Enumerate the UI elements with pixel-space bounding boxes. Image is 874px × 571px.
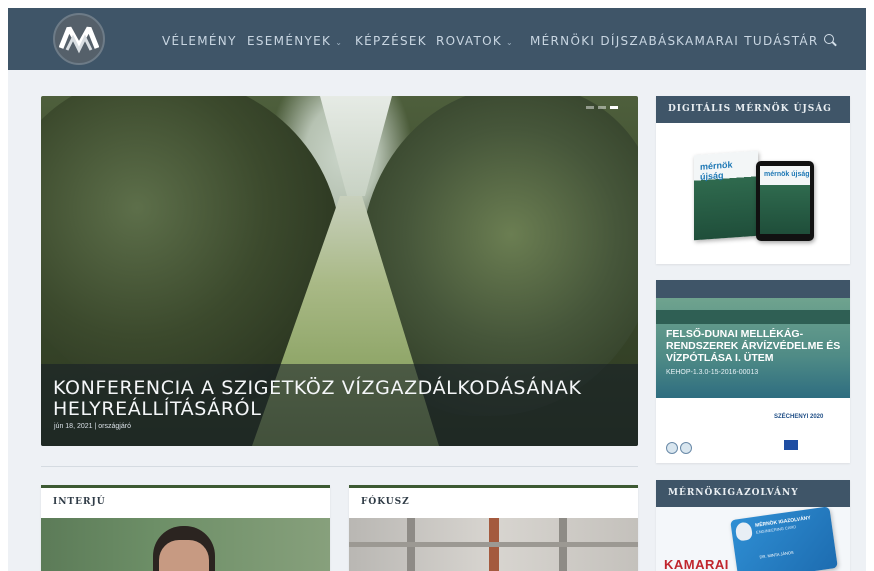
- magazine-logo: mérnök újság: [764, 171, 810, 178]
- mm-logo-icon: [59, 26, 99, 54]
- sidebar-ad-widget[interactable]: FELSŐ-DUNAI MELLÉKÁG-RENDSZEREK ÁRVÍZVÉD…: [656, 280, 850, 463]
- search-icon[interactable]: [824, 34, 834, 44]
- featured-slider[interactable]: KONFERENCIA A SZIGETKÖZ VÍZGAZDÁLKODÁSÁN…: [41, 96, 638, 446]
- ad-banner[interactable]: [656, 298, 850, 463]
- hero-meta: jún 18, 2021 | országjáró: [54, 423, 131, 430]
- nav-item-esemenyek[interactable]: ESEMÉNYEK ⌄: [247, 34, 343, 48]
- slider-dot-active[interactable]: [610, 106, 618, 109]
- slider-dot[interactable]: [586, 106, 594, 109]
- id-card-image[interactable]: KAMARAI MÉRNÖK IGAZOLVÁNY ENGINEERING CA…: [656, 506, 850, 571]
- hero-title[interactable]: KONFERENCIA A SZIGETKÖZ VÍZGAZDÁLKODÁSÁN…: [53, 378, 613, 420]
- id-card-caption: KAMARAI: [664, 557, 729, 571]
- card-title[interactable]: INTERJÚ: [41, 488, 330, 508]
- sidebar-id-card-widget[interactable]: MÉRNÖKIGAZOLVÁNY KAMARAI MÉRNÖK IGAZOLVÁ…: [656, 480, 850, 571]
- szechenyi-badge: SZÉCHENYI 2020: [774, 414, 824, 420]
- widget-title: DIGITÁLIS MÉRNÖK ÚJSÁG: [656, 96, 850, 123]
- nav-label: ROVATOK: [436, 34, 503, 48]
- eu-flag-icon: [784, 440, 798, 450]
- nav-label: VÉLEMÉNY: [162, 34, 237, 48]
- ad-title: FELSŐ-DUNAI MELLÉKÁG-RENDSZEREK ÁRVÍZVÉD…: [666, 328, 841, 364]
- card-fokusz[interactable]: FÓKUSZ: [349, 485, 638, 571]
- widget-title-bar: [656, 280, 850, 298]
- magazine-print: mérnök újság: [694, 150, 758, 241]
- shield-crest-icon: [734, 521, 754, 542]
- scaffold-beam: [349, 542, 638, 547]
- card-image: [349, 518, 638, 571]
- card-interju[interactable]: INTERJÚ: [41, 485, 330, 571]
- partner-logo-icon: [666, 442, 678, 454]
- id-card: MÉRNÖK IGAZOLVÁNY ENGINEERING CARD DR. M…: [730, 506, 838, 571]
- id-card-name: DR. MINTA JÁNOS: [759, 549, 794, 560]
- site-header: VÉLEMÉNY ESEMÉNYEK ⌄ KÉPZÉSEK ROVATOK ⌄ MÉ…: [8, 8, 866, 70]
- magazine-cover[interactable]: mérnök újság mérnök újság: [656, 123, 850, 263]
- slider-dots: [586, 106, 618, 109]
- ad-project-code: KEHOP-1.3.0-15-2016-00013: [666, 369, 759, 376]
- nav-item-mernoki-dijszabas[interactable]: MÉRNÖKI DÍJSZABÁS: [530, 34, 676, 48]
- post-date: jún 18, 2021: [54, 423, 93, 430]
- section-divider: [41, 466, 638, 467]
- partner-logo-icon: [680, 442, 692, 454]
- page-frame: VÉLEMÉNY ESEMÉNYEK ⌄ KÉPZÉSEK ROVATOK ⌄ MÉ…: [8, 8, 866, 571]
- person-face: [159, 540, 209, 571]
- tablet-device: mérnök újság: [756, 161, 814, 241]
- site-logo[interactable]: [53, 13, 105, 65]
- nav-label: KÉPZÉSEK: [355, 34, 427, 48]
- widget-title: MÉRNÖKIGAZOLVÁNY: [656, 480, 850, 507]
- slider-dot[interactable]: [598, 106, 606, 109]
- nav-label: MÉRNÖKI DÍJSZABÁS: [530, 34, 677, 48]
- nav-item-velemeny[interactable]: VÉLEMÉNY: [162, 34, 237, 48]
- nav-item-kamarai-tudastar[interactable]: KAMARAI TUDÁSTÁR: [676, 34, 819, 48]
- nav-item-rovatok[interactable]: ROVATOK ⌄: [436, 34, 514, 48]
- chevron-down-icon: ⌄: [335, 38, 344, 47]
- meta-separator: |: [94, 423, 97, 430]
- nav-label: KAMARAI TUDÁSTÁR: [676, 34, 819, 48]
- nav-label: ESEMÉNYEK: [247, 34, 332, 48]
- sidebar-magazine-widget[interactable]: DIGITÁLIS MÉRNÖK ÚJSÁG mérnök újság mérn…: [656, 96, 850, 264]
- dam-structure: [656, 310, 850, 324]
- magazine-logo: mérnök újság: [700, 159, 733, 182]
- tablet-screen: mérnök újság: [760, 166, 810, 234]
- card-title[interactable]: FÓKUSZ: [349, 488, 638, 508]
- chevron-down-icon: ⌄: [506, 38, 515, 47]
- post-category[interactable]: országjáró: [98, 423, 131, 430]
- card-image: [41, 518, 330, 571]
- nav-item-kepzesek[interactable]: KÉPZÉSEK: [355, 34, 427, 48]
